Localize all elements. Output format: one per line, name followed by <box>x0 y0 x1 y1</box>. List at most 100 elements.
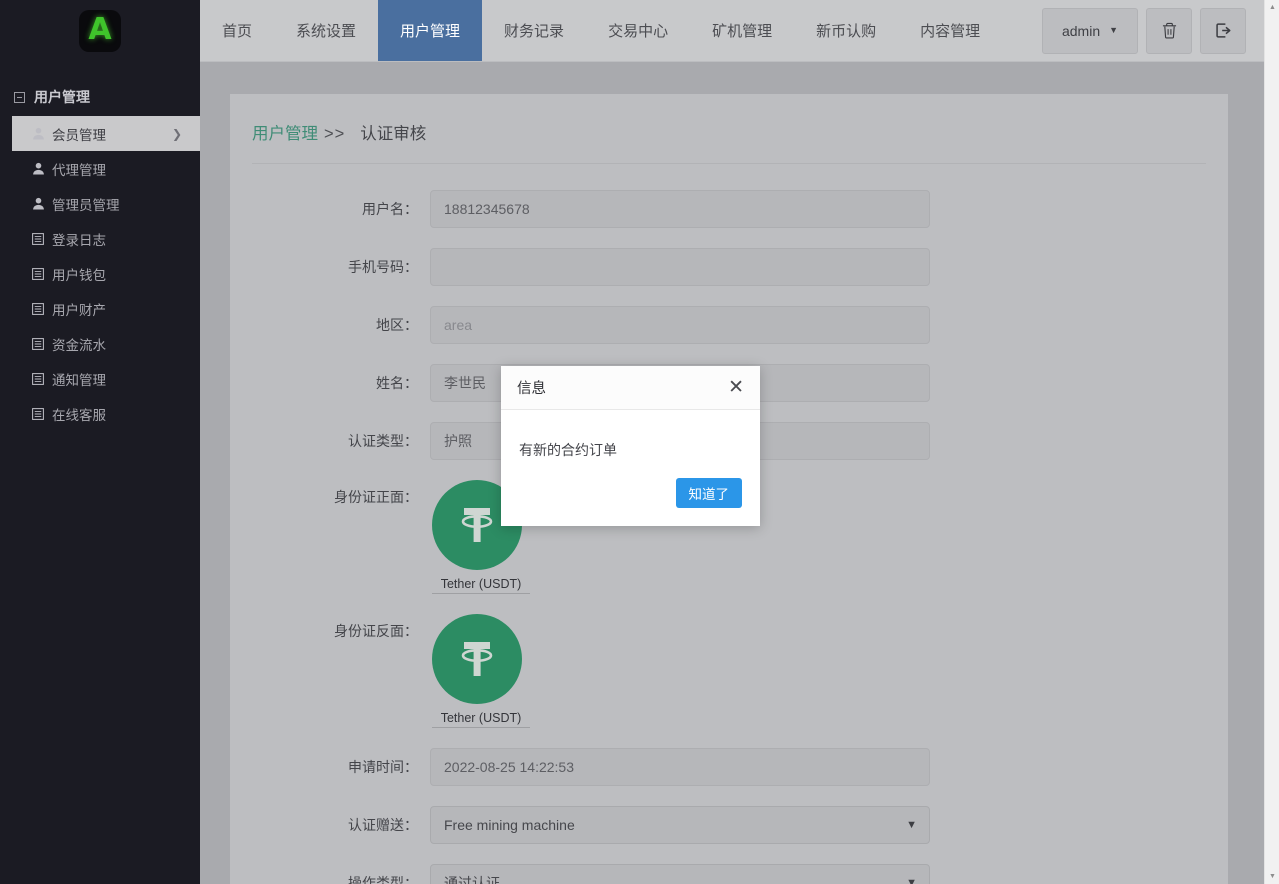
page-scrollbar[interactable]: ▲ ▼ <box>1264 0 1279 884</box>
breadcrumb-parent[interactable]: 用户管理 <box>252 125 318 143</box>
sidebar-item-3[interactable]: 管理员管理 <box>0 186 200 221</box>
list-icon <box>32 267 45 280</box>
select-dropdown[interactable]: 通过认证 ▼ <box>430 864 930 884</box>
sidebar-item-9[interactable]: 在线客服 <box>0 396 200 431</box>
field-label: 姓名： <box>376 375 418 391</box>
text-input[interactable]: 18812345678 <box>430 190 930 228</box>
list-icon <box>32 337 45 350</box>
field-label: 用户名： <box>362 201 418 217</box>
topbar-actions: admin ▼ <box>1042 0 1264 61</box>
sidebar-item-label: 资金流水 <box>52 337 106 353</box>
list-icon <box>32 302 45 315</box>
tab-1[interactable]: 首页 <box>200 0 274 61</box>
field-label: 认证赠送： <box>348 817 418 833</box>
collapse-minus-icon[interactable] <box>14 91 25 103</box>
sidebar-item-6[interactable]: 用户财产 <box>0 291 200 326</box>
sidebar-item-label: 用户财产 <box>52 302 106 318</box>
list-icon <box>32 232 45 245</box>
select-dropdown[interactable]: Free mining machine ▼ <box>430 806 930 844</box>
info-dialog: 信息 ✕ 有新的合约订单 知道了 <box>501 366 760 526</box>
list-icon <box>32 372 45 385</box>
sidebar-item-2[interactable]: 代理管理 <box>0 151 200 186</box>
text-input[interactable] <box>430 248 930 286</box>
sidebar-item-label: 登录日志 <box>52 232 106 248</box>
sidebar-item-list: 会员管理 ❯ 代理管理管理员管理登录日志用户钱包用户财产资金流水通知管理在线客服 <box>0 116 200 431</box>
sidebar-item-5[interactable]: 用户钱包 <box>0 256 200 291</box>
list-icon <box>32 302 44 315</box>
tab-6[interactable]: 矿机管理 <box>690 0 794 61</box>
app-root: A 用户管理 会员管理 ❯ 代理管理管理员管理登录日志用户钱包用户财产资金流水通知管… <box>0 0 1279 884</box>
tab-label: 交易中心 <box>608 23 669 40</box>
tab-7[interactable]: 新币认购 <box>794 0 898 61</box>
field-label: 申请时间： <box>348 759 418 775</box>
text-input[interactable]: 2022-08-25 14:22:53 <box>430 748 930 786</box>
sidebar-item-label: 在线客服 <box>52 407 106 423</box>
clear-cache-button[interactable] <box>1146 7 1192 54</box>
sidebar: A 用户管理 会员管理 ❯ 代理管理管理员管理登录日志用户钱包用户财产资金流水通知管… <box>0 0 200 884</box>
list-icon <box>32 372 44 385</box>
dialog-ok-button[interactable]: 知道了 <box>675 478 742 508</box>
form-row-9: 认证赠送： Free mining machine ▼ <box>230 806 1228 844</box>
close-icon[interactable]: ✕ <box>728 378 744 397</box>
sidebar-group-user-management[interactable]: 用户管理 <box>0 78 200 116</box>
field-control: area <box>430 306 930 344</box>
logout-icon <box>1215 23 1230 38</box>
form-row-7: 身份证反面： Tether (USDT) <box>230 614 1228 728</box>
field-control: Tether (USDT) <box>430 614 930 728</box>
tether-logo-icon <box>432 614 522 704</box>
user-icon <box>32 162 45 175</box>
user-icon <box>33 127 44 140</box>
form-row-2: 手机号码： <box>230 248 1228 286</box>
text-input[interactable]: area <box>430 306 930 344</box>
form-row-8: 申请时间： 2022-08-25 14:22:53 <box>230 748 1228 786</box>
form-row-1: 用户名： 18812345678 <box>230 190 1228 228</box>
sidebar-item-8[interactable]: 通知管理 <box>0 361 200 396</box>
id-photo[interactable]: Tether (USDT) <box>430 614 930 728</box>
tab-5[interactable]: 交易中心 <box>586 0 690 61</box>
chevron-down-icon: ▼ <box>906 819 917 831</box>
trash-icon <box>1162 22 1176 39</box>
scroll-down-arrow[interactable]: ▼ <box>1265 869 1279 884</box>
field-label: 操作类型： <box>348 875 418 884</box>
tab-label: 内容管理 <box>920 23 981 40</box>
field-control <box>430 248 930 286</box>
dialog-title: 信息 <box>517 381 546 397</box>
tab-3[interactable]: 用户管理 <box>378 0 483 61</box>
tab-label: 用户管理 <box>400 23 461 40</box>
logo[interactable]: A <box>0 0 200 62</box>
tab-label: 财务记录 <box>504 23 565 40</box>
tab-4[interactable]: 财务记录 <box>482 0 586 61</box>
photo-caption: Tether (USDT) <box>432 711 530 728</box>
admin-menu-button[interactable]: admin ▼ <box>1042 7 1138 54</box>
field-label: 认证类型： <box>348 433 418 449</box>
dialog-header: 信息 ✕ <box>501 366 760 410</box>
sidebar-item-1[interactable]: 会员管理 ❯ <box>12 116 200 151</box>
tab-label: 系统设置 <box>296 23 357 40</box>
breadcrumb: 用户管理 >> 认证审核 <box>230 94 1228 144</box>
user-icon <box>33 162 44 175</box>
breadcrumb-separator: >> <box>324 125 346 143</box>
tab-2[interactable]: 系统设置 <box>274 0 378 61</box>
sidebar-item-label: 通知管理 <box>52 372 106 388</box>
sidebar-item-7[interactable]: 资金流水 <box>0 326 200 361</box>
tab-label: 矿机管理 <box>712 23 773 40</box>
select-value: Free mining machine <box>444 817 575 833</box>
scroll-up-arrow[interactable]: ▲ <box>1265 0 1279 15</box>
field-control: 18812345678 <box>430 190 930 228</box>
field-label: 地区： <box>376 317 418 333</box>
breadcrumb-current: 认证审核 <box>360 125 427 143</box>
dialog-footer: 知道了 <box>501 468 760 526</box>
sidebar-item-label: 用户钱包 <box>52 267 106 283</box>
field-label: 手机号码： <box>348 259 418 275</box>
user-icon <box>33 197 44 210</box>
field-label: 身份证正面： <box>334 489 418 505</box>
tab-8[interactable]: 内容管理 <box>898 0 1002 61</box>
logout-button[interactable] <box>1200 7 1246 54</box>
sidebar-item-label: 代理管理 <box>52 162 106 178</box>
sidebar-item-label: 会员管理 <box>52 127 106 143</box>
sidebar-item-4[interactable]: 登录日志 <box>0 221 200 256</box>
form-row-3: 地区： area <box>230 306 1228 344</box>
dialog-message: 有新的合约订单 <box>519 442 617 458</box>
field-control: Free mining machine ▼ <box>430 806 930 844</box>
tab-label: 首页 <box>222 23 253 40</box>
